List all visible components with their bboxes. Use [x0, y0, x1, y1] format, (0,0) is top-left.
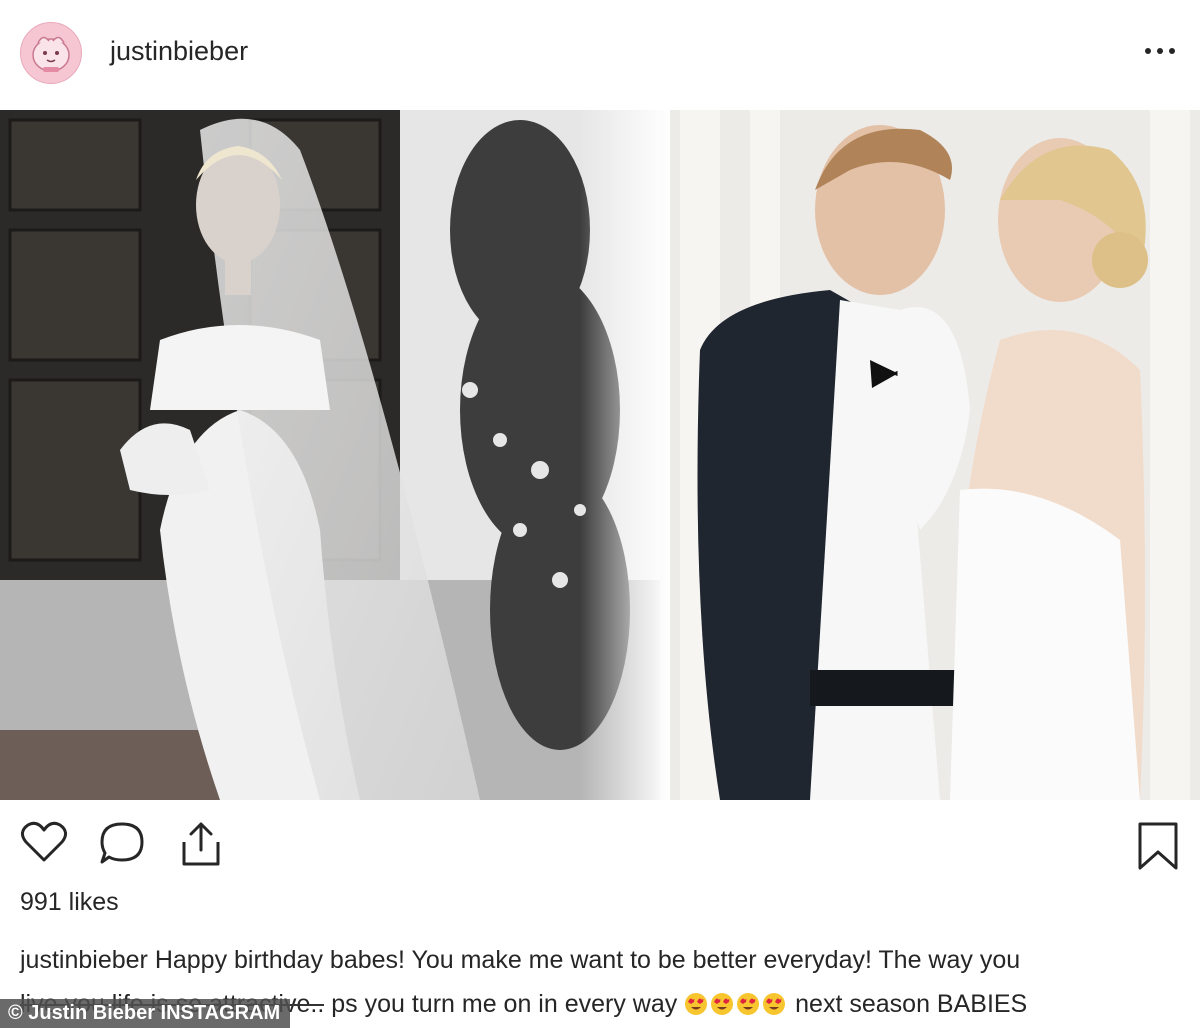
- profile-avatar[interactable]: [20, 22, 82, 84]
- share-icon[interactable]: [178, 820, 224, 873]
- likes-count[interactable]: 991 likes: [20, 888, 119, 917]
- heart-eyes-emoji-group: [684, 990, 795, 1018]
- post-username[interactable]: justinbieber: [110, 36, 248, 67]
- heart-eyes-emoji-icon: [763, 993, 786, 1015]
- comment-icon[interactable]: [98, 820, 148, 873]
- wedding-photo[interactable]: [0, 110, 1200, 800]
- caption-text-1: Happy birthday babes! You make me want t…: [154, 946, 1021, 974]
- action-bar: [0, 820, 1200, 880]
- copyright-watermark: © Justin Bieber INSTAGRAM: [0, 999, 291, 1028]
- heart-eyes-emoji-icon: [737, 993, 760, 1015]
- heart-eyes-emoji-icon: [685, 993, 708, 1015]
- post-header: justinbieber: [0, 0, 1200, 110]
- caption-text-3: next season BABIES: [795, 990, 1028, 1018]
- heart-eyes-emoji-icon: [711, 993, 734, 1015]
- photo-illustration: [0, 110, 1200, 800]
- heart-icon[interactable]: [20, 820, 68, 869]
- caption-text-2: ps you turn me on in every way: [331, 990, 678, 1018]
- caption-line-1: justinbieber Happy birthday babes! You m…: [20, 938, 1180, 982]
- more-options-icon[interactable]: [1140, 36, 1180, 66]
- avatar-illustration: [32, 36, 70, 72]
- caption-username[interactable]: justinbieber: [20, 946, 148, 974]
- bookmark-icon[interactable]: [1136, 820, 1180, 877]
